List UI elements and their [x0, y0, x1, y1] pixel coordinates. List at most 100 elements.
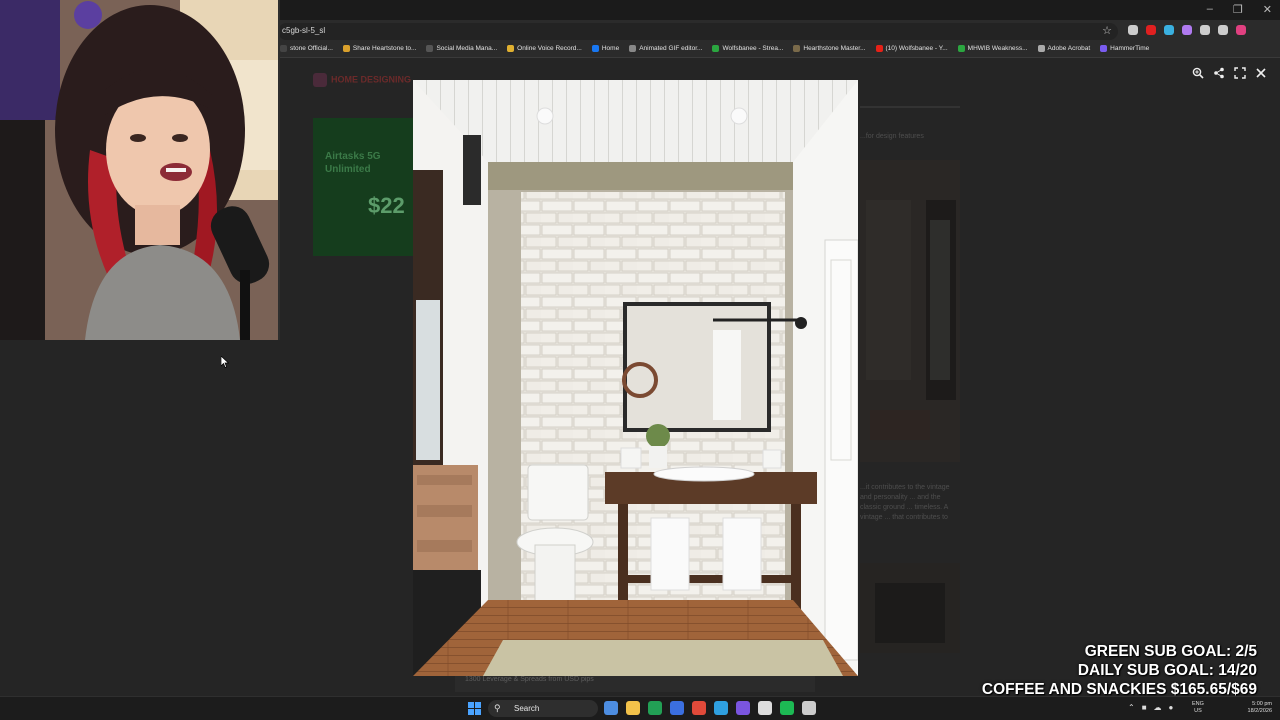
window-close-icon[interactable]: ✕	[1263, 3, 1272, 16]
bookmark-item[interactable]: (10) Wolfsbanee - Y...	[875, 45, 948, 52]
daily-sub-goal: DAILY SUB GOAL: 14/20	[1077, 662, 1257, 679]
lightbox-image[interactable]	[413, 80, 858, 676]
ad-text: Airtasks 5G Unlimited	[325, 151, 381, 175]
search-icon: ⚲	[494, 703, 501, 713]
clock-date: 18/2/2026	[1247, 708, 1272, 714]
ad-price: $22	[368, 193, 405, 218]
url-field[interactable]: c5gb-sl-5_sl ☆	[278, 23, 1118, 40]
related-image-1-art	[860, 160, 960, 462]
windows-taskbar: ⚲ Search ⌃ ■ ☁ ● ENG US 5:00 pm 18/2/202…	[0, 696, 1280, 720]
window-controls: – ❐ ✕	[1207, 3, 1272, 16]
browser-extension-icon[interactable]	[1128, 25, 1138, 35]
logo-mark-icon	[313, 73, 327, 87]
taskbar-app-icon[interactable]	[626, 701, 640, 715]
browser-extension-icon[interactable]	[1236, 25, 1246, 35]
bookmark-favicon-icon	[957, 45, 965, 52]
taskbar-app-icon[interactable]	[670, 701, 684, 715]
related-image-1[interactable]	[860, 160, 960, 462]
bookmark-label: Home	[601, 45, 620, 52]
bookmark-item[interactable]: Wolfsbanee - Strea...	[712, 45, 783, 52]
bookmark-label: Hearthstone Master...	[803, 45, 866, 52]
screen: HOME DESIGNING Airtasks 5G Unlimited $22…	[0, 0, 1280, 720]
bookmark-star-icon[interactable]: ☆	[1102, 24, 1112, 37]
taskbar-search[interactable]: ⚲ Search	[488, 700, 598, 717]
bookmark-label: (10) Wolfsbanee - Y...	[885, 45, 948, 52]
related-text-2: ...it contributes to the vintage and per…	[860, 484, 950, 521]
bookmark-favicon-icon	[1037, 45, 1045, 52]
related-text-1: ...for design features	[860, 133, 924, 140]
bookmark-favicon-icon	[342, 45, 350, 52]
browser-extension-icon[interactable]	[1164, 25, 1174, 35]
minimize-icon[interactable]: –	[1207, 3, 1213, 16]
bookmark-favicon-icon	[629, 45, 637, 52]
bookmark-label: HammerTime	[1110, 45, 1150, 52]
browser-extension-icon[interactable]	[1182, 25, 1192, 35]
webcam-overlay	[0, 0, 280, 340]
system-tray: ⌃ ■ ☁ ●	[1128, 703, 1173, 712]
bookmark-item[interactable]: Animated GIF editor...	[629, 45, 702, 52]
bookmark-favicon-icon	[591, 45, 599, 52]
bookmark-item[interactable]: MHWIB Weakness...	[957, 45, 1028, 52]
bathroom-photo	[413, 80, 858, 676]
bookmark-item[interactable]: Share Heartstone to...	[342, 45, 417, 52]
zoom-in-icon[interactable]	[1192, 67, 1204, 79]
lightbox-toolbar	[1192, 67, 1267, 79]
browser-extension-icon[interactable]	[1218, 25, 1228, 35]
taskbar-app-icon[interactable]	[714, 701, 728, 715]
bookmark-item[interactable]: Online Voice Record...	[507, 45, 582, 52]
bookmark-label: Share Heartstone to...	[352, 45, 417, 52]
clock-time: 5:00 pm	[1252, 701, 1272, 707]
bookmark-favicon-icon	[793, 45, 801, 52]
bookmark-favicon-icon	[280, 45, 287, 52]
bookmark-label: stone Official...	[290, 45, 333, 52]
tray-chevron-icon[interactable]: ⌃	[1128, 703, 1135, 712]
language-region: US	[1194, 708, 1202, 714]
bookmark-label: Wolfsbanee - Strea...	[722, 45, 784, 52]
tray-app-icon[interactable]: ■	[1142, 703, 1147, 712]
bookmark-favicon-icon	[712, 45, 720, 52]
url-text: c5gb-sl-5_sl	[282, 26, 326, 35]
restore-icon[interactable]: ❐	[1233, 3, 1243, 16]
bookmark-item[interactable]: stone Official...	[280, 45, 333, 52]
tray-mic-icon[interactable]: ●	[1169, 703, 1174, 712]
site-logo[interactable]: HOME DESIGNING	[313, 73, 411, 87]
bookmark-label: Social Media Mana...	[436, 45, 498, 52]
bookmark-item[interactable]: Adobe Acrobat	[1037, 45, 1090, 52]
bookmarks-list: stone Official... Share Heartstone to... S…	[280, 45, 1149, 52]
taskbar-app-icon[interactable]	[780, 701, 794, 715]
side-advertisement[interactable]: Airtasks 5G Unlimited $22	[313, 118, 413, 256]
fullscreen-icon[interactable]	[1234, 67, 1246, 79]
taskbar-apps	[604, 701, 816, 715]
taskbar-app-icon[interactable]	[802, 701, 816, 715]
language-indicator[interactable]: ENG US	[1192, 701, 1204, 715]
bookmark-item[interactable]: Social Media Mana...	[426, 45, 497, 52]
bookmark-item[interactable]: Hearthstone Master...	[793, 45, 866, 52]
bookmark-favicon-icon	[426, 45, 434, 52]
close-icon[interactable]	[1255, 67, 1267, 79]
browser-extension-icon[interactable]	[1146, 25, 1156, 35]
bookmark-label: Animated GIF editor...	[639, 45, 703, 52]
bookmark-item[interactable]: HammerTime	[1100, 45, 1149, 52]
taskbar-app-icon[interactable]	[736, 701, 750, 715]
related-image-2[interactable]	[860, 563, 960, 653]
related-image-2-art	[860, 563, 960, 653]
taskbar-app-icon[interactable]	[758, 701, 772, 715]
taskbar-clock[interactable]: 5:00 pm 18/2/2026	[1248, 701, 1272, 715]
site-logo-text: HOME DESIGNING	[331, 74, 412, 85]
related-card-divider	[860, 106, 960, 108]
bookmark-label: MHWIB Weakness...	[967, 45, 1028, 52]
green-sub-goal: GREEN SUB GOAL: 2/5	[1084, 643, 1257, 660]
language-code: ENG	[1192, 701, 1204, 707]
taskbar-app-icon[interactable]	[692, 701, 706, 715]
bookmark-favicon-icon	[507, 45, 515, 52]
taskbar-app-icon[interactable]	[648, 701, 662, 715]
taskbar-app-icon[interactable]	[604, 701, 618, 715]
share-icon[interactable]	[1213, 67, 1225, 79]
windows-start-icon[interactable]	[468, 702, 481, 715]
onedrive-icon[interactable]: ☁	[1154, 703, 1162, 712]
bookmark-label: Online Voice Record...	[517, 45, 582, 52]
bookmark-item[interactable]: Home	[591, 45, 620, 52]
browser-extension-icon[interactable]	[1200, 25, 1210, 35]
bookmark-favicon-icon	[1100, 45, 1108, 52]
taskbar-search-label: Search	[514, 704, 540, 713]
